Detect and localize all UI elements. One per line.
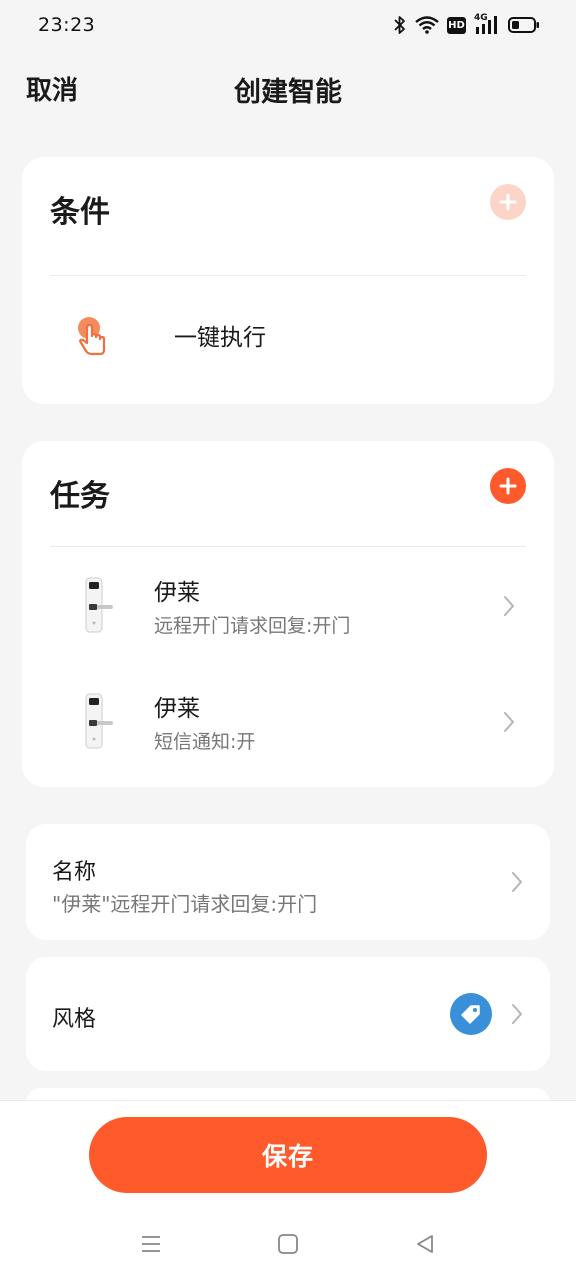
task-item[interactable]: 伊莱 远程开门请求回复:开门 (22, 547, 554, 663)
task-title: 伊莱 (154, 696, 200, 722)
add-condition-button[interactable] (490, 184, 526, 220)
plus-icon (499, 477, 517, 495)
add-task-button[interactable] (490, 468, 526, 504)
task-subtitle: 远程开门请求回复:开门 (154, 615, 351, 637)
task-item[interactable]: 伊莱 短信通知:开 (22, 663, 554, 779)
signal-4g-icon: 4G (474, 13, 500, 35)
chevron-right-icon (512, 872, 522, 892)
status-icons: HD 4G (393, 13, 540, 35)
door-lock-icon (72, 575, 116, 635)
conditions-title: 条件 (50, 195, 110, 230)
name-label: 名称 (52, 860, 97, 885)
back-icon[interactable] (414, 1233, 436, 1255)
bluetooth-icon (393, 15, 407, 35)
condition-item[interactable]: 一键执行 (22, 276, 554, 404)
bottom-action-area: 保存 (0, 1100, 576, 1280)
status-bar: 23:23 HD 4G (0, 0, 576, 50)
chevron-right-icon (504, 596, 514, 616)
touch-hand-icon (70, 306, 114, 366)
chevron-right-icon (504, 712, 514, 732)
style-setting[interactable]: 风格 (26, 957, 550, 1071)
conditions-card: 条件 一键执行 (22, 157, 554, 404)
task-subtitle: 短信通知:开 (154, 731, 256, 753)
door-lock-icon (72, 691, 116, 751)
name-value: "伊莱"远程开门请求回复:开门 (52, 892, 318, 916)
status-time: 23:23 (38, 14, 96, 36)
hd-icon: HD (447, 16, 466, 34)
save-button[interactable]: 保存 (89, 1117, 487, 1193)
wifi-icon (415, 16, 439, 34)
page-title: 创建智能 (234, 77, 342, 108)
tag-icon (450, 993, 492, 1035)
tasks-card: 任务 伊莱 远程开门请求回复:开门 伊莱 短信通知:开 (22, 441, 554, 787)
tasks-title: 任务 (50, 479, 110, 514)
style-label: 风格 (52, 1007, 97, 1032)
plus-icon (499, 193, 517, 211)
task-title: 伊莱 (154, 580, 200, 606)
name-setting[interactable]: 名称 "伊莱"远程开门请求回复:开门 (26, 824, 550, 940)
menu-icon[interactable] (140, 1233, 162, 1255)
chevron-right-icon (512, 1004, 522, 1024)
header: 取消 创建智能 (0, 60, 576, 118)
condition-label: 一键执行 (174, 325, 266, 351)
home-icon[interactable] (277, 1233, 299, 1255)
battery-icon (508, 16, 540, 34)
system-nav-bar (0, 1221, 576, 1271)
